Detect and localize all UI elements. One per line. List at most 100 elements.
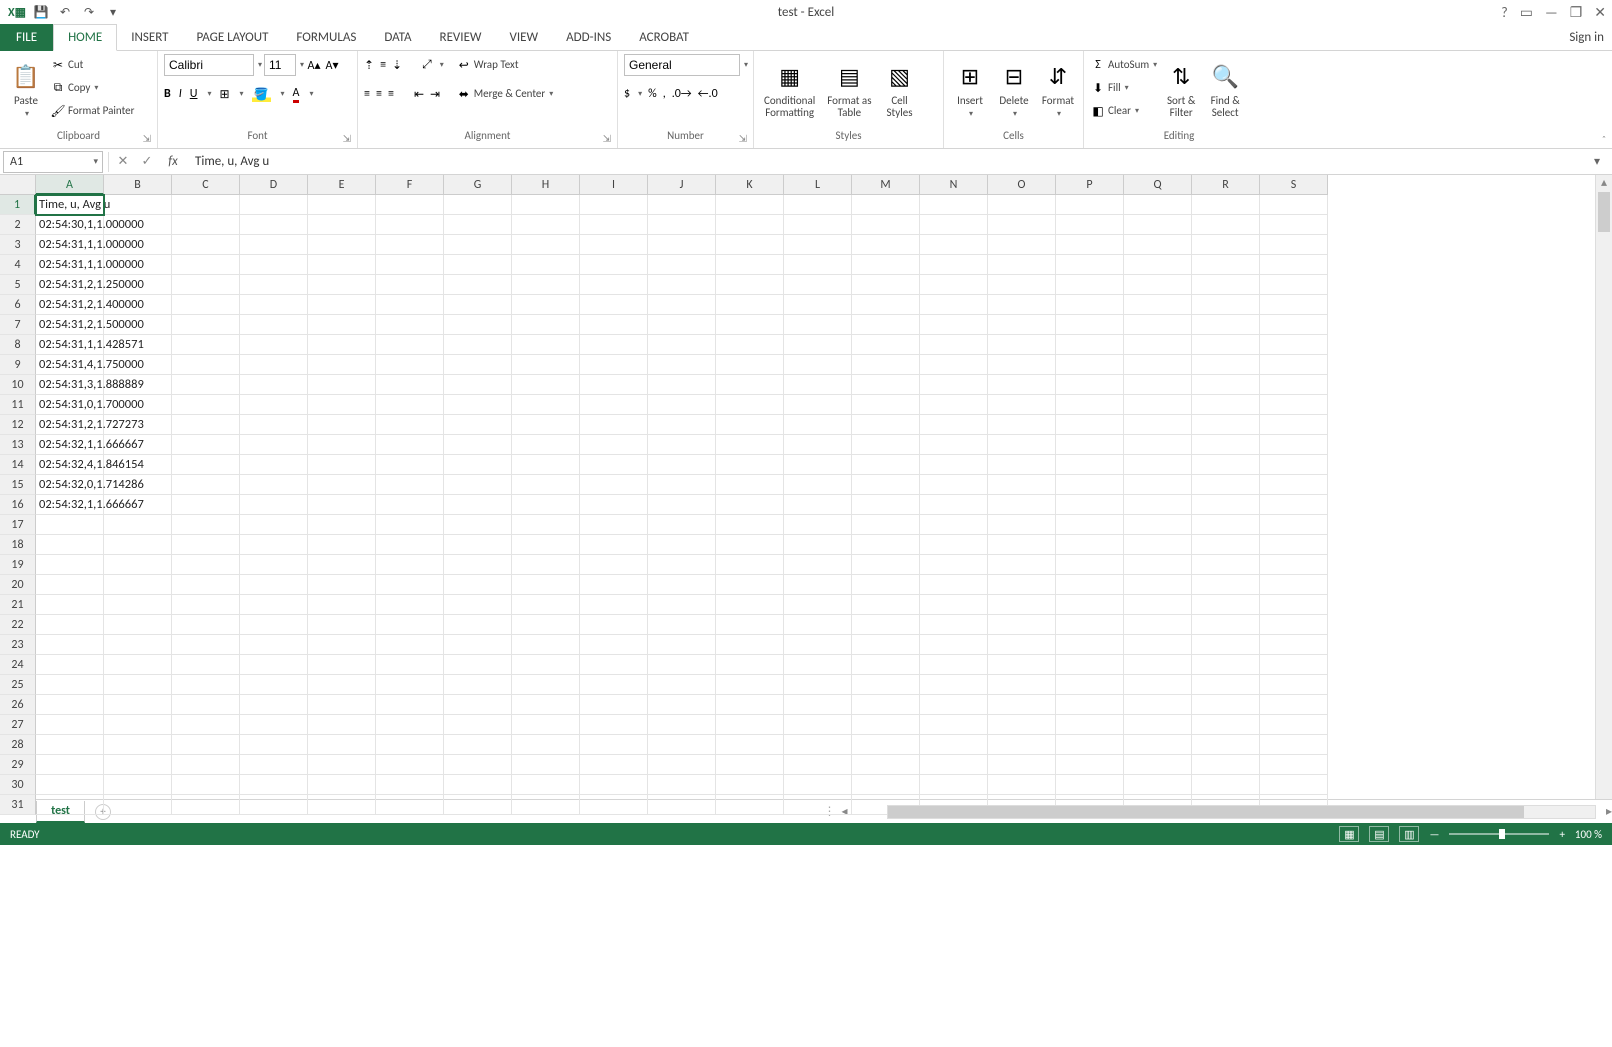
cell[interactable] — [512, 475, 580, 495]
cell[interactable] — [716, 595, 784, 615]
cell[interactable]: 02:54:30,1,1.000000 — [36, 215, 104, 235]
cell[interactable] — [376, 515, 444, 535]
cell[interactable] — [1124, 355, 1192, 375]
cell[interactable] — [444, 295, 512, 315]
cell[interactable] — [784, 775, 852, 795]
cell[interactable] — [512, 375, 580, 395]
cell[interactable] — [444, 635, 512, 655]
cell[interactable] — [1192, 655, 1260, 675]
cell[interactable] — [1056, 575, 1124, 595]
row-header[interactable]: 30 — [0, 775, 36, 795]
cell[interactable] — [376, 495, 444, 515]
increase-indent-icon[interactable]: ⇥ — [430, 87, 440, 102]
cell[interactable] — [852, 595, 920, 615]
cell[interactable] — [172, 535, 240, 555]
column-header[interactable]: K — [716, 175, 784, 195]
cell[interactable] — [1260, 575, 1328, 595]
cell[interactable] — [716, 755, 784, 775]
cell[interactable] — [104, 795, 172, 815]
row-header[interactable]: 19 — [0, 555, 36, 575]
cell[interactable] — [852, 615, 920, 635]
cell[interactable] — [172, 455, 240, 475]
cell[interactable] — [172, 715, 240, 735]
cell[interactable] — [580, 335, 648, 355]
cell[interactable] — [308, 675, 376, 695]
cell[interactable] — [36, 695, 104, 715]
wrap-text-button[interactable]: ↩Wrap Text — [456, 54, 554, 76]
cell[interactable] — [648, 735, 716, 755]
cell[interactable] — [716, 695, 784, 715]
cell[interactable] — [988, 735, 1056, 755]
cell[interactable] — [716, 395, 784, 415]
cell[interactable] — [784, 495, 852, 515]
cell[interactable] — [648, 375, 716, 395]
cell[interactable] — [1260, 295, 1328, 315]
cell[interactable] — [444, 435, 512, 455]
cell[interactable] — [784, 535, 852, 555]
align-middle-icon[interactable]: ≡ — [380, 58, 386, 72]
cell[interactable] — [1056, 595, 1124, 615]
zoom-out-icon[interactable]: — — [1429, 828, 1439, 841]
cell[interactable] — [852, 335, 920, 355]
cell[interactable]: 02:54:31,0,1.700000 — [36, 395, 104, 415]
cell[interactable] — [104, 515, 172, 535]
cell[interactable] — [784, 355, 852, 375]
cell[interactable] — [988, 475, 1056, 495]
cell[interactable] — [1260, 275, 1328, 295]
cell[interactable] — [36, 535, 104, 555]
cell[interactable] — [240, 735, 308, 755]
cell[interactable] — [240, 255, 308, 275]
cell[interactable] — [716, 295, 784, 315]
cell[interactable] — [1056, 275, 1124, 295]
cell[interactable] — [1192, 455, 1260, 475]
cell[interactable] — [716, 275, 784, 295]
cell[interactable] — [784, 715, 852, 735]
cell[interactable] — [172, 315, 240, 335]
cell[interactable] — [580, 775, 648, 795]
normal-view-icon[interactable]: ▦ — [1339, 826, 1359, 842]
cell[interactable] — [580, 495, 648, 515]
cell[interactable] — [716, 415, 784, 435]
cell[interactable] — [920, 755, 988, 775]
bold-button[interactable]: B — [164, 87, 171, 101]
cell[interactable] — [444, 255, 512, 275]
cell[interactable] — [104, 775, 172, 795]
increase-decimal-icon[interactable]: .0→ — [672, 87, 692, 101]
cell[interactable] — [308, 635, 376, 655]
tab-home[interactable]: HOME — [53, 24, 117, 51]
tab-acrobat[interactable]: ACROBAT — [625, 24, 703, 51]
cell[interactable] — [988, 255, 1056, 275]
cell[interactable] — [784, 195, 852, 215]
cell[interactable] — [580, 755, 648, 775]
cell[interactable] — [1260, 535, 1328, 555]
redo-icon[interactable]: ↷ — [80, 5, 98, 20]
cell[interactable] — [512, 555, 580, 575]
cell[interactable] — [240, 615, 308, 635]
cell[interactable] — [36, 655, 104, 675]
cell[interactable] — [444, 215, 512, 235]
cell[interactable] — [580, 395, 648, 415]
cell[interactable] — [920, 655, 988, 675]
cell[interactable] — [512, 515, 580, 535]
row-header[interactable]: 25 — [0, 675, 36, 695]
cell[interactable] — [920, 455, 988, 475]
cell[interactable] — [240, 335, 308, 355]
cell[interactable] — [444, 355, 512, 375]
cell[interactable] — [512, 655, 580, 675]
page-break-view-icon[interactable]: ▥ — [1399, 826, 1419, 842]
cell[interactable] — [376, 415, 444, 435]
cell[interactable] — [376, 255, 444, 275]
cell[interactable] — [172, 615, 240, 635]
row-header[interactable]: 28 — [0, 735, 36, 755]
cell[interactable] — [308, 295, 376, 315]
cell[interactable] — [920, 555, 988, 575]
cell[interactable] — [172, 475, 240, 495]
cell[interactable] — [104, 675, 172, 695]
cell[interactable] — [852, 535, 920, 555]
cell[interactable] — [1260, 755, 1328, 775]
cell[interactable] — [648, 495, 716, 515]
cell[interactable] — [1192, 515, 1260, 535]
cell[interactable] — [240, 675, 308, 695]
cell[interactable]: 02:54:31,1,1.428571 — [36, 335, 104, 355]
cell[interactable] — [1260, 515, 1328, 535]
